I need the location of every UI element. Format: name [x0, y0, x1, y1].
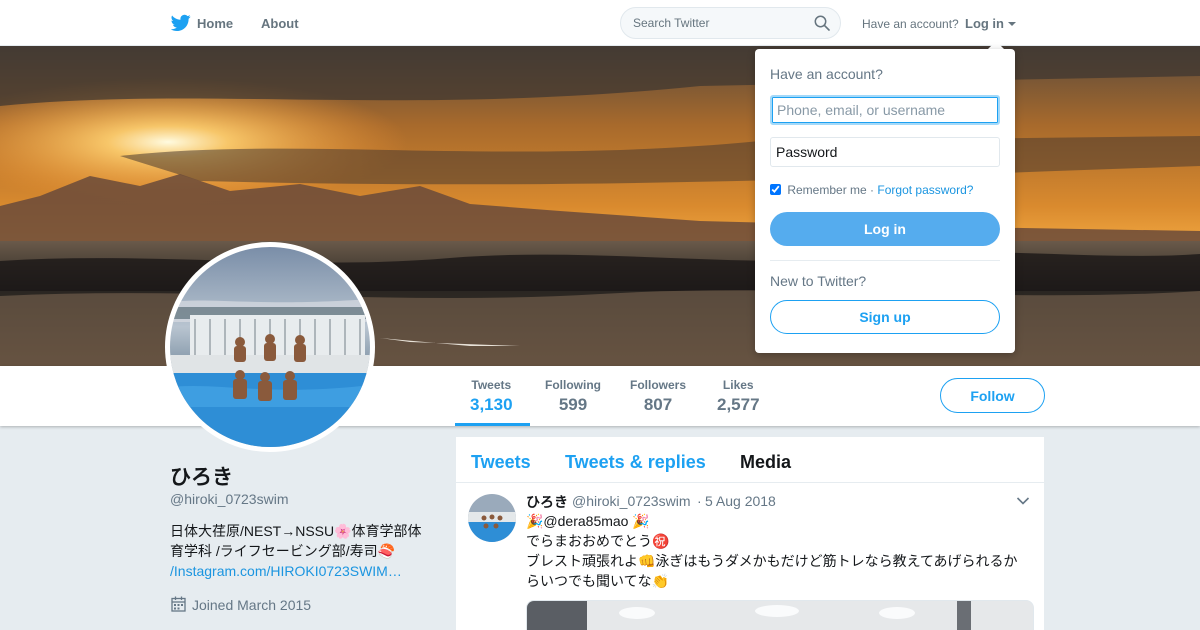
timeline-tabs: Tweets Tweets & replies Media: [456, 437, 1044, 483]
calendar-icon: [171, 596, 186, 612]
tab-tweets-replies[interactable]: Tweets & replies: [565, 452, 706, 473]
stat-tweets[interactable]: Tweets 3,130: [470, 378, 513, 415]
timeline: Tweets Tweets & replies Media ひろき @hirok…: [456, 437, 1044, 630]
login-dropdown: Have an account? Remember me · Forgot pa…: [755, 49, 1015, 353]
stat-value: 599: [558, 395, 588, 414]
stat-following[interactable]: Following 599: [545, 378, 601, 415]
tweet-author-name[interactable]: ひろき: [526, 492, 568, 512]
signup-button[interactable]: Sign up: [770, 300, 1000, 334]
profile-name: ひろき: [170, 466, 233, 489]
tab-media[interactable]: Media: [740, 452, 791, 473]
joined-date: Joined March 2015: [192, 597, 312, 613]
stat-value: 2,577: [717, 395, 760, 414]
stat-likes[interactable]: Likes 2,577: [717, 378, 760, 415]
nav-home-link[interactable]: Home: [197, 16, 233, 31]
follow-button[interactable]: Follow: [940, 378, 1045, 413]
tweet-line: ブレスト頑張れよ👊泳ぎはもうダメかもだけど筋トレなら教えてあげられるからいつでも…: [526, 553, 1018, 589]
password-field[interactable]: [770, 137, 1000, 167]
tweet-date[interactable]: 5 Aug 2018: [705, 493, 776, 509]
forgot-password-link[interactable]: Forgot password?: [877, 183, 973, 197]
bio-link[interactable]: /Instagram.com/HIROKI0723SWIM…: [170, 561, 410, 581]
tweet-author-handle[interactable]: @hiroki_0723swim: [572, 493, 690, 509]
caret-down-icon[interactable]: [1008, 22, 1016, 26]
have-account-text: Have an account?: [862, 17, 959, 31]
tweet-text: 🎉@dera85mao 🎉 でらまおおめでとう㊗️ ブレスト頑張れよ👊泳ぎはもう…: [526, 511, 1031, 591]
tweet-separator: ·: [697, 493, 702, 509]
bio-text: 日体大荏原/NEST→NSSU🌸体育学部体育学科 /ライフセービング部/寿司🍣: [170, 523, 422, 559]
username-field[interactable]: [770, 95, 1000, 125]
nav-about-link[interactable]: About: [261, 16, 299, 31]
profile-avatar[interactable]: [165, 242, 375, 452]
divider: [770, 260, 1000, 261]
separator: ·: [870, 183, 875, 197]
dropdown-title: Have an account?: [770, 66, 883, 82]
stat-label: Likes: [722, 378, 754, 392]
profile-handle[interactable]: @hiroki_0723swim: [170, 491, 288, 507]
remember-me: Remember me · Forgot password?: [770, 183, 973, 197]
search-icon[interactable]: [814, 15, 830, 31]
tab-tweets[interactable]: Tweets: [471, 452, 531, 473]
profile-bio: 日体大荏原/NEST→NSSU🌸体育学部体育学科 /ライフセービング部/寿司🍣 …: [170, 521, 432, 581]
tweet-line: 🎉@dera85mao 🎉: [526, 513, 650, 529]
login-button[interactable]: Log in: [770, 212, 1000, 246]
stat-value: 3,130: [470, 395, 513, 414]
stat-label: Tweets: [471, 378, 512, 392]
tweet-line: でらまおおめでとう㊗️: [526, 533, 670, 549]
stat-value: 807: [643, 395, 673, 414]
search-box: [620, 7, 841, 39]
tweet-avatar[interactable]: [468, 494, 516, 542]
chevron-down-icon[interactable]: [1016, 496, 1030, 506]
login-dropdown-toggle[interactable]: Log in: [965, 16, 1004, 31]
top-nav: Home About Have an account? Log in: [0, 0, 1200, 46]
twitter-bird-icon[interactable]: [171, 14, 191, 32]
active-stat-underline: [455, 423, 530, 426]
stat-label: Following: [545, 378, 601, 392]
tweet-media-image[interactable]: [526, 600, 1034, 630]
new-to-twitter-text: New to Twitter?: [770, 273, 867, 289]
search-input[interactable]: [633, 16, 803, 30]
stat-label: Followers: [630, 378, 687, 392]
remember-me-checkbox[interactable]: [770, 184, 781, 195]
remember-me-label[interactable]: Remember me: [787, 183, 866, 197]
stat-followers[interactable]: Followers 807: [630, 378, 686, 415]
